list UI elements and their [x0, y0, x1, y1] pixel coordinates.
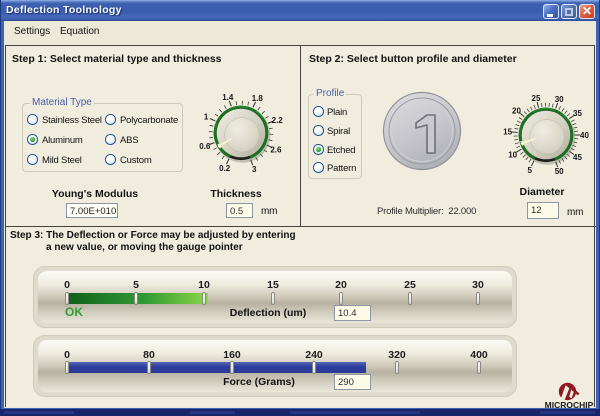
svg-text:15: 15	[503, 128, 512, 137]
svg-text:25: 25	[532, 94, 541, 103]
svg-text:5: 5	[527, 166, 532, 175]
svg-text:0.6: 0.6	[199, 142, 211, 151]
svg-text:1.8: 1.8	[252, 94, 264, 103]
svg-text:45: 45	[573, 153, 582, 162]
svg-text:10: 10	[508, 150, 517, 159]
svg-text:40: 40	[580, 131, 589, 140]
svg-text:0.2: 0.2	[219, 164, 231, 173]
svg-text:2.2: 2.2	[272, 116, 284, 125]
svg-text:3: 3	[252, 165, 257, 174]
svg-text:35: 35	[573, 109, 582, 118]
svg-text:30: 30	[555, 95, 564, 104]
svg-text:20: 20	[512, 106, 521, 115]
svg-text:1: 1	[204, 113, 209, 122]
svg-text:2.6: 2.6	[270, 145, 282, 154]
svg-text:1.4: 1.4	[222, 93, 234, 102]
svg-text:50: 50	[555, 167, 564, 176]
